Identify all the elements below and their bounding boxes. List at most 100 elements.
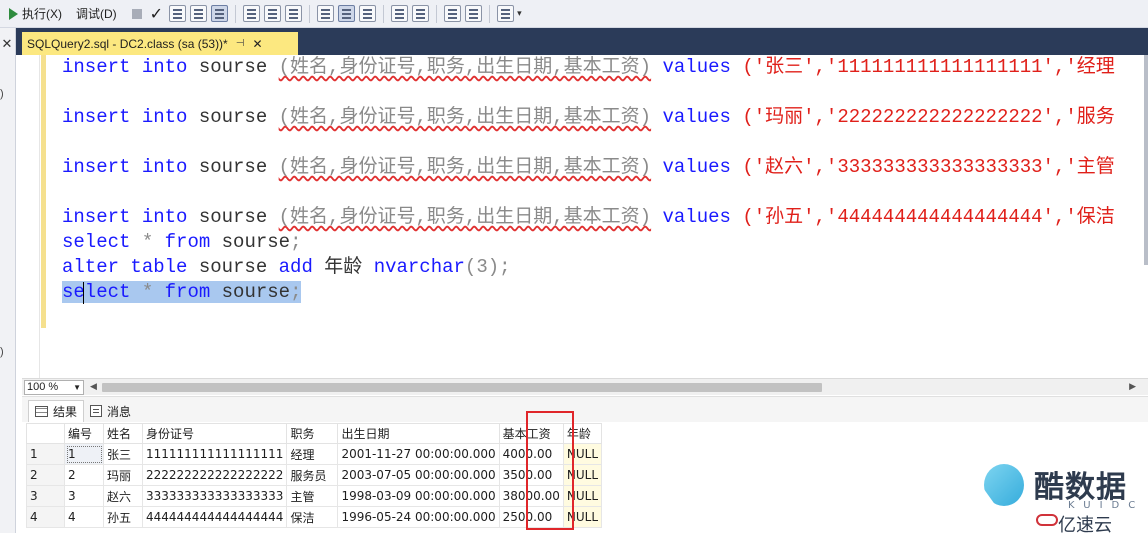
row-number[interactable]: 2 [26,464,65,486]
grid-icon [35,406,48,417]
parse-check-icon[interactable]: ✓ [150,4,163,24]
watermark-brand: 亿速云 [1058,515,1112,533]
keyword: alter table [62,256,188,278]
scroll-right-icon[interactable]: ▶ [1129,381,1136,392]
paren-glyph: ) [0,88,4,100]
watermark: 酷数据 KUIDC 亿速云 [978,462,1148,533]
cloud-logo-icon [1036,514,1058,526]
row-number[interactable]: 1 [26,443,65,465]
cell-idcard[interactable]: 333333333333333333 [141,485,288,507]
stop-icon[interactable] [131,8,142,19]
cell-name[interactable]: 张三 [103,443,143,465]
cell-idcard[interactable]: 444444444444444444 [141,506,288,528]
results-to-text-icon[interactable] [317,5,335,22]
cell-job[interactable]: 经理 [286,443,339,465]
table-row[interactable]: 3 3 赵六 333333333333333333 主管 1998-03-09 … [26,485,603,507]
row-number[interactable]: 3 [26,485,65,507]
cell-job[interactable]: 服务员 [286,464,339,486]
cell-name[interactable]: 赵六 [103,485,143,507]
message-icon [90,405,102,417]
cell-id[interactable]: 1 [64,443,104,465]
cell-birth[interactable]: 1996-05-24 00:00:00.000 [337,506,500,528]
table-name: sourse [221,231,291,253]
object-explorer-edge: ✕ ) ) [0,28,16,533]
uncomment-icon[interactable] [412,5,430,22]
table-row[interactable]: 1 1 张三 111111111111111111 经理 2001-11-27 … [26,443,603,465]
table-row[interactable]: 2 2 玛丽 222222222222222222 服务员 2003-07-05… [26,464,603,486]
column-list: (姓名,身份证号,职务,出生日期,基本工资) [278,206,652,228]
row-number[interactable]: 4 [26,506,65,528]
cell-name[interactable]: 玛丽 [103,464,143,486]
query-editor[interactable]: insert into sourse (姓名,身份证号,职务,出生日期,基本工资… [22,55,1148,378]
toolbar-separator [489,4,491,23]
results-grid-icon[interactable] [211,5,229,22]
cell-name[interactable]: 孙五 [103,506,143,528]
tab-close-icon[interactable]: ✕ [252,37,262,51]
results-to-grid-icon[interactable] [338,5,356,22]
decrease-indent-icon[interactable] [444,5,462,22]
code-line-selected: select * from sourse; [62,280,302,304]
code-line: insert into sourse (姓名,身份证号,职务,出生日期,基本工资… [62,55,1115,79]
scroll-left-icon[interactable]: ◀ [90,381,97,392]
cell-id[interactable]: 2 [64,464,104,486]
column-header[interactable]: 编号 [64,423,104,444]
cell-birth[interactable]: 2003-07-05 00:00:00.000 [337,464,500,486]
keyword: values [662,156,731,178]
table-row[interactable]: 4 4 孙五 444444444444444444 保洁 1996-05-24 … [26,506,603,528]
row-header-corner[interactable] [26,423,65,444]
results-to-file-icon[interactable] [359,5,377,22]
result-tabs: 结果 消息 [22,396,1148,422]
cell-idcard[interactable]: 222222222222222222 [141,464,288,486]
pin-icon[interactable]: ⊣ [236,38,245,49]
tab-sqlquery2[interactable]: SQLQuery2.sql - DC2.class (sa (53))* ⊣ ✕ [22,32,298,55]
results-table: 编号 姓名 身份证号 职务 出生日期 基本工资 年龄 1 1 张三 111111… [26,423,603,528]
table-name: sourse [198,206,268,228]
cell-id[interactable]: 3 [64,485,104,507]
column-list: (姓名,身份证号,职务,出生日期,基本工资) [278,56,652,78]
table-name: sourse [198,56,268,78]
column-header[interactable]: 姓名 [103,423,143,444]
cell-job[interactable]: 保洁 [286,506,339,528]
keyword: add [278,256,313,278]
keyword: select [62,281,131,303]
keyword: insert into [62,156,188,178]
client-statistics-icon[interactable] [285,5,303,22]
horizontal-scrollbar-thumb[interactable] [102,383,822,392]
toolbar-overflow-icon[interactable]: ▾ [517,8,522,19]
comment-icon[interactable] [391,5,409,22]
column-header[interactable]: 出生日期 [337,423,500,444]
cell-idcard[interactable]: 111111111111111111 [141,443,288,465]
terminator: ; [290,231,302,253]
string-values: ('孙五','444444444444444444','保洁 [742,206,1115,228]
operator: * [141,231,154,253]
column-header[interactable]: 身份证号 [141,423,288,444]
column-header[interactable]: 职务 [286,423,339,444]
terminator: ; [290,281,302,303]
paren-glyph: ) [0,346,4,358]
actual-plan-icon[interactable] [264,5,282,22]
keyword: insert into [62,56,188,78]
keyword: values [662,106,731,128]
query-plan-icon[interactable] [169,5,187,22]
results-text-icon[interactable] [190,5,208,22]
vertical-scrollbar[interactable] [1144,55,1148,265]
play-icon [9,7,18,20]
zoom-value: 100 % [27,381,59,393]
close-icon[interactable]: ✕ [0,36,14,52]
code-area[interactable]: insert into sourse (姓名,身份证号,职务,出生日期,基本工资… [62,55,1148,303]
debug-button[interactable]: 调试(D) [73,3,120,25]
code-line: insert into sourse (姓名,身份证号,职务,出生日期,基本工资… [62,105,1115,129]
keyword: values [662,56,731,78]
estimated-plan-icon[interactable] [243,5,261,22]
tab-messages[interactable]: 消息 [84,400,137,422]
selection-highlight: select * from sourse; [62,281,302,303]
cell-job[interactable]: 主管 [286,485,339,507]
cell-birth[interactable]: 1998-03-09 00:00:00.000 [337,485,500,507]
increase-indent-icon[interactable] [465,5,483,22]
zoom-select[interactable]: 100 % ▼ [24,380,84,395]
specify-values-icon[interactable] [497,5,515,22]
execute-button[interactable]: 执行(X) [6,3,65,25]
tab-results[interactable]: 结果 [28,400,85,422]
cell-birth[interactable]: 2001-11-27 00:00:00.000 [337,443,500,465]
cell-id[interactable]: 4 [64,506,104,528]
